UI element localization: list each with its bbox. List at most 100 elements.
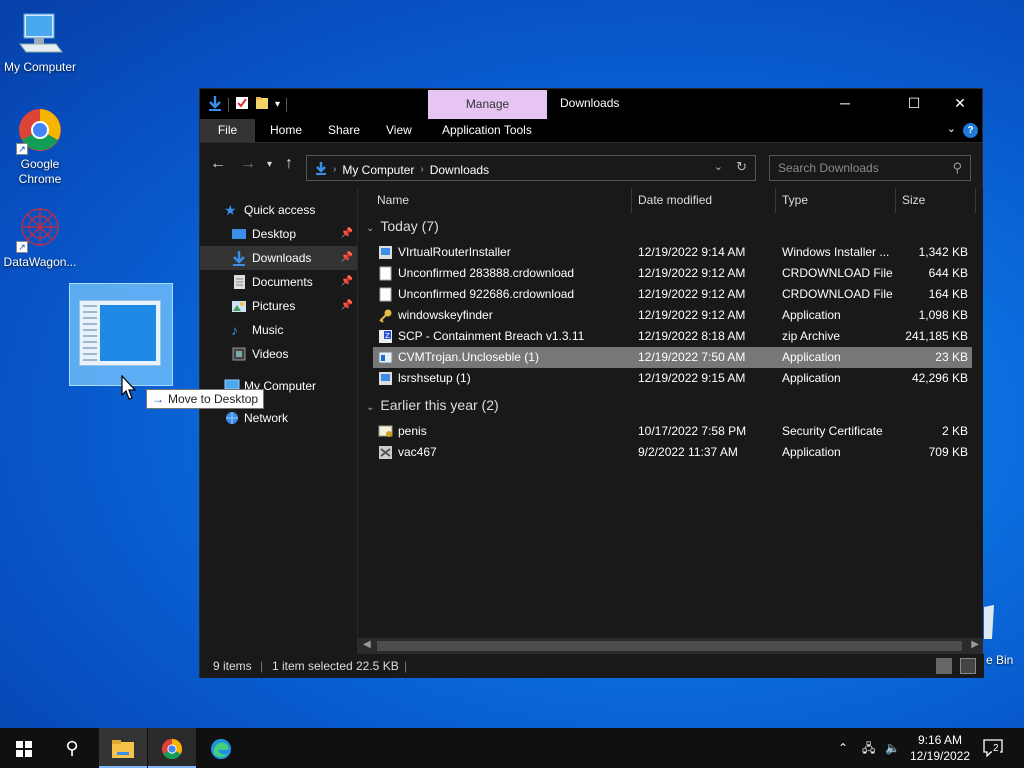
table-row[interactable]: windowskeyfinder 12/19/2022 9:12 AM Appl…	[373, 305, 972, 326]
start-button[interactable]	[0, 728, 48, 768]
table-row[interactable]: Unconfirmed 283888.crdownload 12/19/2022…	[373, 263, 972, 284]
scroll-left-icon[interactable]: ◀	[363, 639, 371, 650]
music-note-icon: ♪	[231, 322, 238, 338]
pin-icon[interactable]: 📌	[341, 270, 353, 294]
computer-icon	[16, 10, 64, 58]
recycle-bin-icon	[984, 605, 996, 644]
breadcrumb-downloads[interactable]: Downloads	[430, 163, 489, 177]
tab-view[interactable]: View	[375, 119, 423, 142]
search-icon[interactable]: ⚲	[952, 160, 962, 176]
action-center-button[interactable]: 2	[983, 728, 1009, 768]
pictures-icon	[231, 298, 247, 314]
shortcut-arrow-icon: ↗	[16, 143, 28, 155]
tab-file[interactable]: File	[200, 119, 255, 142]
desktop-icon-label: My Computer	[3, 60, 77, 74]
customize-toolbar-icon[interactable]: ▾	[275, 99, 280, 110]
column-header-size[interactable]: Size	[896, 188, 976, 213]
manage-context-tab[interactable]: Manage	[428, 90, 547, 119]
ribbon-tabs: File Home Share View Application Tools ⌄…	[200, 119, 982, 143]
breadcrumb-separator-icon: ›	[420, 164, 424, 175]
tab-home[interactable]: Home	[259, 119, 313, 142]
title-bar[interactable]: ▾ Manage Downloads ─ ☐ ✕	[200, 89, 982, 119]
group-header-earlier-this-year[interactable]: ⌄ Earlier this year (2)	[366, 397, 499, 413]
videos-icon	[231, 346, 247, 362]
desktop-icon-recycle-bin[interactable]: e Bin	[984, 605, 1024, 670]
taskbar-file-explorer[interactable]	[99, 728, 147, 768]
file-explorer-window[interactable]: ▾ Manage Downloads ─ ☐ ✕ File Home Share…	[199, 88, 984, 678]
clock-time: 9:16 AM	[917, 733, 963, 747]
back-button[interactable]: ←	[210, 155, 226, 173]
table-row[interactable]: lsrshsetup (1) 12/19/2022 9:15 AM Applic…	[373, 368, 972, 389]
address-bar[interactable]: › My Computer › Downloads ⌄ ↻	[306, 155, 756, 181]
search-box[interactable]: ⚲	[769, 155, 971, 181]
scrollbar-thumb[interactable]	[377, 641, 962, 651]
tab-application-tools[interactable]: Application Tools	[431, 119, 543, 142]
search-input[interactable]	[770, 156, 940, 180]
network-status-icon[interactable]: 🖧	[862, 728, 875, 768]
details-view-button[interactable]	[936, 658, 952, 674]
table-row[interactable]: penis 10/17/2022 7:58 PM Security Certif…	[373, 421, 972, 442]
pin-icon[interactable]: 📌	[341, 222, 353, 246]
sidebar-item-videos[interactable]: Videos	[200, 342, 357, 366]
forward-button[interactable]: →	[240, 155, 256, 173]
volume-icon[interactable]: 🔈	[885, 728, 900, 768]
column-header-name[interactable]: Name	[358, 188, 632, 213]
file-list[interactable]: Name Date modified Type Size ⌄ Today (7) …	[357, 188, 983, 638]
chrome-icon: ↗	[16, 107, 64, 155]
shortcut-arrow-icon: ↗	[16, 241, 28, 253]
status-selected-size: 22.5 KB	[356, 659, 399, 673]
desktop-icon-datawagon[interactable]: ↗ DataWagon...	[0, 205, 80, 270]
table-row[interactable]: VIrtualRouterInstaller 12/19/2022 9:14 A…	[373, 242, 972, 263]
collapse-chevron-icon: ⌄	[366, 223, 375, 234]
show-hidden-icons-button[interactable]: ⌃	[838, 728, 848, 768]
tab-share[interactable]: Share	[317, 119, 371, 142]
properties-icon[interactable]	[235, 96, 249, 113]
column-header-type[interactable]: Type	[776, 188, 896, 213]
taskbar-google-chrome[interactable]	[148, 728, 196, 768]
app-window-icon	[79, 300, 161, 366]
up-button[interactable]: ↑	[285, 155, 293, 173]
clock[interactable]: 9:16 AM 12/19/2022	[905, 732, 975, 764]
desktop-icon-google-chrome[interactable]: ↗ Google Chrome	[0, 107, 80, 187]
edge-icon	[210, 738, 232, 759]
table-row[interactable]: Z SCP - Containment Breach v1.3.11 12/19…	[373, 326, 972, 347]
sidebar-item-pictures[interactable]: Pictures 📌	[200, 294, 357, 318]
column-header-date-modified[interactable]: Date modified	[632, 188, 776, 213]
refresh-icon[interactable]: ↻	[736, 159, 747, 175]
pin-icon[interactable]: 📌	[341, 294, 353, 318]
minimize-button[interactable]: ─	[822, 89, 868, 117]
desktop-icon-my-computer[interactable]: My Computer	[0, 10, 80, 75]
group-header-today[interactable]: ⌄ Today (7)	[366, 218, 439, 234]
chevron-up-icon: ⌃	[838, 741, 849, 755]
table-row-selected[interactable]: CVMTrojan.Uncloseble (1) 12/19/2022 7:50…	[373, 347, 972, 368]
zip-icon: Z	[378, 329, 393, 344]
desktop-icon-label: e Bin	[986, 653, 1014, 667]
download-arrow-icon	[208, 95, 222, 114]
table-row[interactable]: Unconfirmed 922686.crdownload 12/19/2022…	[373, 284, 972, 305]
sidebar-item-documents[interactable]: Documents 📌	[200, 270, 357, 294]
close-button[interactable]: ✕	[937, 89, 983, 117]
address-dropdown-icon[interactable]: ⌄	[714, 160, 723, 173]
new-folder-icon[interactable]	[255, 96, 269, 113]
desktop-icon-label: Google Chrome	[18, 157, 62, 186]
recent-locations-chevron-icon[interactable]: ▾	[267, 159, 272, 170]
expand-ribbon-icon[interactable]: ⌄	[947, 122, 956, 135]
sidebar-item-music[interactable]: ♪ Music	[200, 318, 357, 342]
taskbar-microsoft-edge[interactable]	[197, 728, 245, 768]
maximize-button[interactable]: ☐	[891, 89, 937, 117]
sidebar-item-desktop[interactable]: Desktop 📌	[200, 222, 357, 246]
table-row[interactable]: vac467 9/2/2022 11:37 AM Application 709…	[373, 442, 972, 463]
sidebar-item-quick-access[interactable]: ★ Quick access	[200, 198, 357, 222]
horizontal-scrollbar[interactable]: ◀ ▶	[357, 638, 983, 654]
breadcrumb-separator-icon: ›	[333, 164, 337, 175]
breadcrumb-my-computer[interactable]: My Computer	[342, 163, 414, 177]
sidebar-item-network[interactable]: Network	[200, 406, 357, 430]
datawagon-icon: ↗	[16, 205, 64, 253]
sidebar-item-downloads[interactable]: Downloads 📌	[200, 246, 357, 270]
scroll-right-icon[interactable]: ▶	[971, 639, 979, 650]
taskbar: ⚲ ⌃ 🖧 🔈 9:16 AM 12/19/2022 2	[0, 728, 1024, 768]
search-button[interactable]: ⚲	[48, 728, 96, 768]
help-icon[interactable]: ?	[963, 123, 978, 138]
large-icons-view-button[interactable]	[960, 658, 976, 674]
pin-icon[interactable]: 📌	[341, 246, 353, 270]
